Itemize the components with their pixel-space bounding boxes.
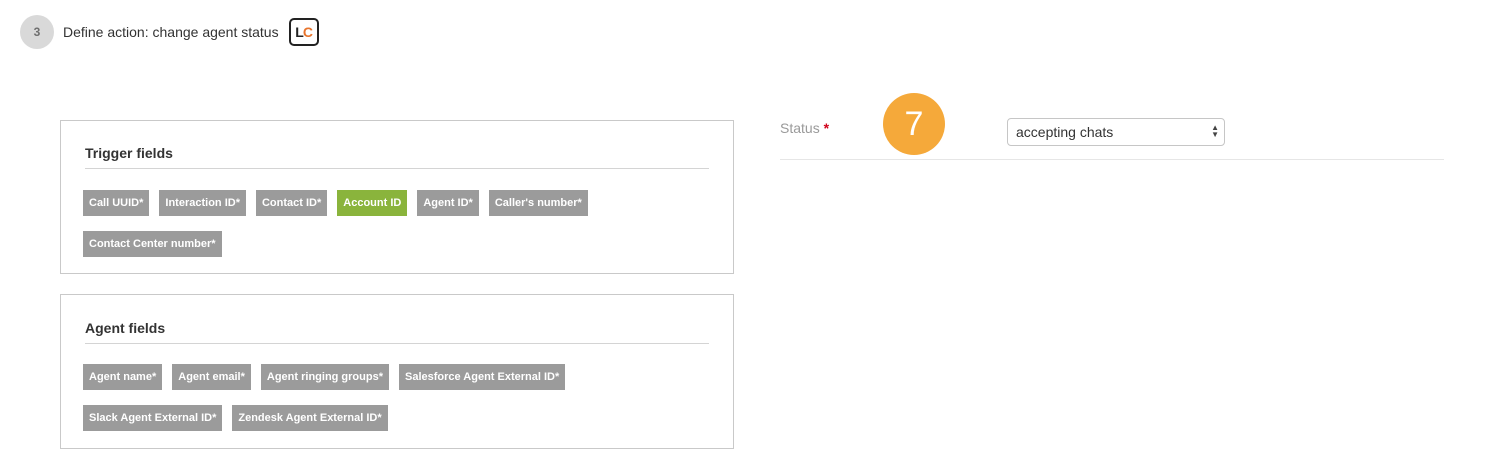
step-header: 3 Define action: change agent status LC — [20, 15, 319, 49]
logo-letter-l: L — [295, 24, 304, 40]
step-title: Define action: change agent status — [63, 24, 279, 40]
tag-agent-email[interactable]: Agent email* — [172, 364, 251, 390]
arrow-down-icon: ▼ — [1211, 130, 1219, 139]
tag-agent-name[interactable]: Agent name* — [83, 364, 163, 390]
agent-fields-panel: Agent fields Agent name* Agent email* Ag… — [60, 294, 734, 449]
status-label-text: Status — [780, 120, 820, 136]
tag-zendesk-agent-external-id[interactable]: Zendesk Agent External ID* — [232, 405, 388, 431]
tag-agent-id[interactable]: Agent ID* — [417, 190, 479, 216]
select-arrows-icon: ▲ ▼ — [1211, 124, 1219, 139]
status-label: Status * — [780, 120, 829, 136]
tag-call-uuid[interactable]: Call UUID* — [83, 190, 150, 216]
step-number-badge: 3 — [20, 15, 54, 49]
tag-contact-center-number[interactable]: Contact Center number* — [83, 231, 222, 257]
tag-account-id[interactable]: Account ID — [337, 190, 408, 216]
tag-callers-number[interactable]: Caller's number* — [488, 190, 588, 216]
tag-contact-id[interactable]: Contact ID* — [255, 190, 328, 216]
required-marker: * — [823, 120, 830, 136]
trigger-fields-panel: Trigger fields Call UUID* Interaction ID… — [60, 120, 734, 274]
divider — [85, 343, 709, 344]
status-select[interactable]: accepting chats ▲ ▼ — [1007, 118, 1225, 146]
tag-salesforce-agent-external-id[interactable]: Salesforce Agent External ID* — [399, 364, 566, 390]
trigger-field-tags: Call UUID* Interaction ID* Contact ID* A… — [83, 190, 713, 257]
agent-field-tags: Agent name* Agent email* Agent ringing g… — [83, 364, 713, 431]
tag-agent-ringing-groups[interactable]: Agent ringing groups* — [260, 364, 389, 390]
tag-slack-agent-external-id[interactable]: Slack Agent External ID* — [83, 405, 223, 431]
trigger-fields-title: Trigger fields — [85, 145, 173, 161]
divider — [85, 168, 709, 169]
tag-interaction-id[interactable]: Interaction ID* — [159, 190, 246, 216]
agent-fields-title: Agent fields — [85, 320, 166, 336]
status-select-value: accepting chats — [1016, 124, 1114, 140]
status-field-row: Status * 7 accepting chats ▲ ▼ — [780, 93, 1444, 160]
logo-letter-c: C — [302, 24, 313, 40]
livechat-logo-icon: LC — [288, 18, 319, 46]
step-marker-badge: 7 — [883, 93, 945, 155]
